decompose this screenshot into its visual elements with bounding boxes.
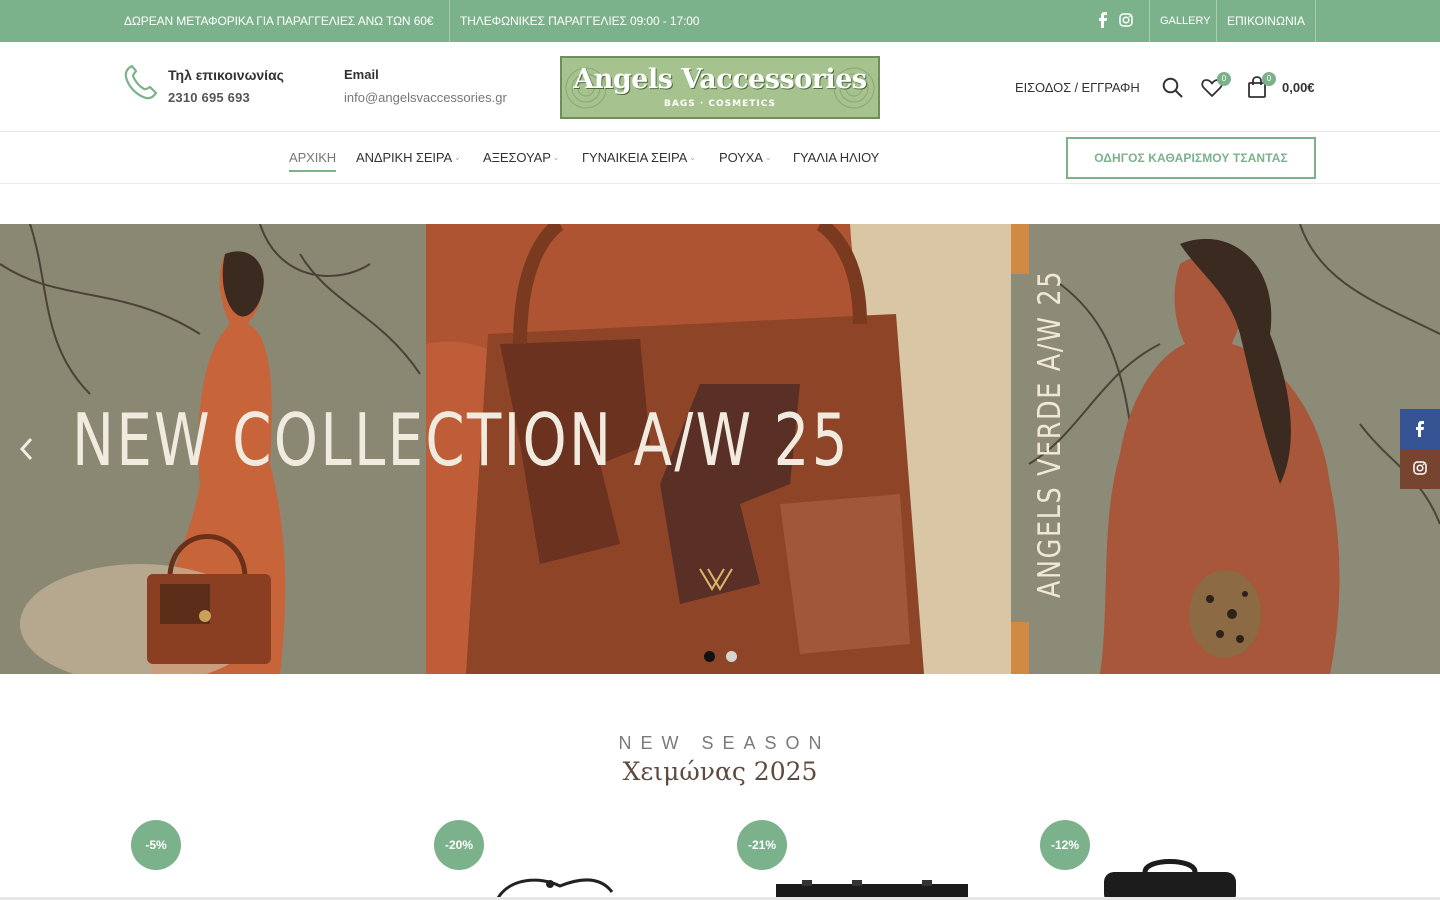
nav-item-sunglasses[interactable]: ΓΥΑΛΙΑ ΗΛΙΟΥ xyxy=(793,150,879,165)
section-subtitle: Χειμώνας 2025 xyxy=(622,757,818,786)
nav-active-underline xyxy=(289,170,336,172)
phone-label: Τηλ επικοινωνίας xyxy=(168,67,284,83)
email-label: Email xyxy=(344,67,379,82)
nav-item-clothing[interactable]: ΡΟΥΧΑ ⌄ xyxy=(719,150,772,165)
bag-cleaning-guide-button[interactable]: ΟΔΗΓΟΣ ΚΑΘΑΡΙΣΜΟΥ ΤΣΑΝΤΑΣ xyxy=(1066,137,1316,179)
facebook-icon xyxy=(1416,421,1424,437)
phone-icon xyxy=(124,64,158,100)
phone-number[interactable]: 2310 695 693 xyxy=(168,90,250,105)
discount-badge: -12% xyxy=(1040,820,1090,870)
nav-item-label: ΑΡΧΙΚΗ xyxy=(289,150,337,165)
divider xyxy=(449,0,450,42)
product-image[interactable] xyxy=(490,848,620,900)
gallery-link[interactable]: GALLERY xyxy=(1160,15,1211,27)
cart-count-badge: 0 xyxy=(1262,72,1276,86)
login-register-link[interactable]: ΕΙΣΟΔΟΣ / ΕΓΓΡΑΦΗ xyxy=(1015,80,1140,95)
site-header: Τηλ επικοινωνίας 2310 695 693 Email info… xyxy=(0,42,1440,132)
discount-badge: -20% xyxy=(434,820,484,870)
nav-item-mens[interactable]: ΑΝΔΡΙΚΗ ΣΕΙΡΑ ⌄ xyxy=(356,150,461,165)
divider xyxy=(1315,0,1316,42)
divider xyxy=(1216,0,1217,42)
nav-item-label: ΑΝΔΡΙΚΗ ΣΕΙΡΑ xyxy=(356,150,453,165)
nav-item-home[interactable]: ΑΡΧΙΚΗ xyxy=(289,150,336,165)
instagram-icon xyxy=(1413,461,1427,475)
search-icon[interactable] xyxy=(1162,77,1183,98)
section-title: NEW SEASON xyxy=(618,733,831,753)
side-instagram-button[interactable] xyxy=(1400,449,1440,489)
nav-item-label: ΑΞΕΣΟΥΑΡ xyxy=(483,150,551,165)
hero-vertical-text: ANGELS VERDE A/W 25 xyxy=(1032,269,1068,598)
divider xyxy=(1149,0,1150,42)
hero-slider[interactable]: NEW COLLECTION A/W 25 ANGELS VERDE A/W 2… xyxy=(0,224,1440,674)
hero-headline: NEW COLLECTION A/W 25 xyxy=(72,398,850,482)
product-image[interactable] xyxy=(1100,848,1240,900)
chevron-down-icon: ⌄ xyxy=(689,153,696,162)
free-shipping-text: ΔΩΡΕΑΝ ΜΕΤΑΦΟΡΙΚΑ ΓΙΑ ΠΑΡΑΓΓΕΛΙΕΣ ΑΝΩ ΤΩ… xyxy=(124,14,434,28)
chevron-down-icon: ⌄ xyxy=(454,153,461,162)
slider-dot[interactable] xyxy=(726,651,737,662)
product-image[interactable] xyxy=(772,848,972,900)
instagram-icon[interactable] xyxy=(1119,13,1133,27)
top-bar: ΔΩΡΕΑΝ ΜΕΤΑΦΟΡΙΚΑ ΓΙΑ ΠΑΡΑΓΓΕΛΙΕΣ ΑΝΩ ΤΩ… xyxy=(0,0,1440,42)
nav-item-label: ΡΟΥΧΑ xyxy=(719,150,763,165)
contact-link[interactable]: ΕΠΙΚΟΙΝΩΝΙΑ xyxy=(1227,14,1305,28)
logo-subtext: BAGS · COSMETICS xyxy=(664,99,776,109)
nav-item-label: ΓΥΝΑΙΚΕΙΑ ΣΕΙΡΑ xyxy=(582,150,688,165)
site-logo[interactable]: Angels Vaccessories BAGS · COSMETICS xyxy=(560,56,880,119)
chevron-down-icon: ⌄ xyxy=(552,153,560,162)
main-navigation: ΑΡΧΙΚΗ ΑΝΔΡΙΚΗ ΣΕΙΡΑ ⌄ ΑΞΕΣΟΥΑΡ ⌄ ΓΥΝΑΙΚΕΙ… xyxy=(0,133,1440,184)
chevron-down-icon: ⌄ xyxy=(764,153,772,162)
nav-item-womens[interactable]: ΓΥΝΑΙΚΕΙΑ ΣΕΙΡΑ ⌄ xyxy=(582,150,696,165)
phone-orders-text: ΤΗΛΕΦΩΝΙΚΕΣ ΠΑΡΑΓΓΕΛΙΕΣ 09:00 - 17:00 xyxy=(460,14,700,28)
slider-prev-arrow-icon[interactable] xyxy=(18,436,34,462)
logo-text: Angels Vaccessories xyxy=(573,64,867,95)
facebook-icon[interactable] xyxy=(1097,12,1109,28)
wishlist-count-badge: 0 xyxy=(1217,72,1231,86)
email-address[interactable]: info@angelsvaccessories.gr xyxy=(344,90,507,105)
cart-total[interactable]: 0,00€ xyxy=(1282,80,1315,95)
nav-item-label: ΓΥΑΛΙΑ ΗΛΙΟΥ xyxy=(793,150,880,165)
discount-badge: -5% xyxy=(131,820,181,870)
nav-item-accessories[interactable]: ΑΞΕΣΟΥΑΡ ⌄ xyxy=(483,150,559,165)
side-facebook-button[interactable] xyxy=(1400,409,1440,449)
slider-dot-active[interactable] xyxy=(704,651,715,662)
